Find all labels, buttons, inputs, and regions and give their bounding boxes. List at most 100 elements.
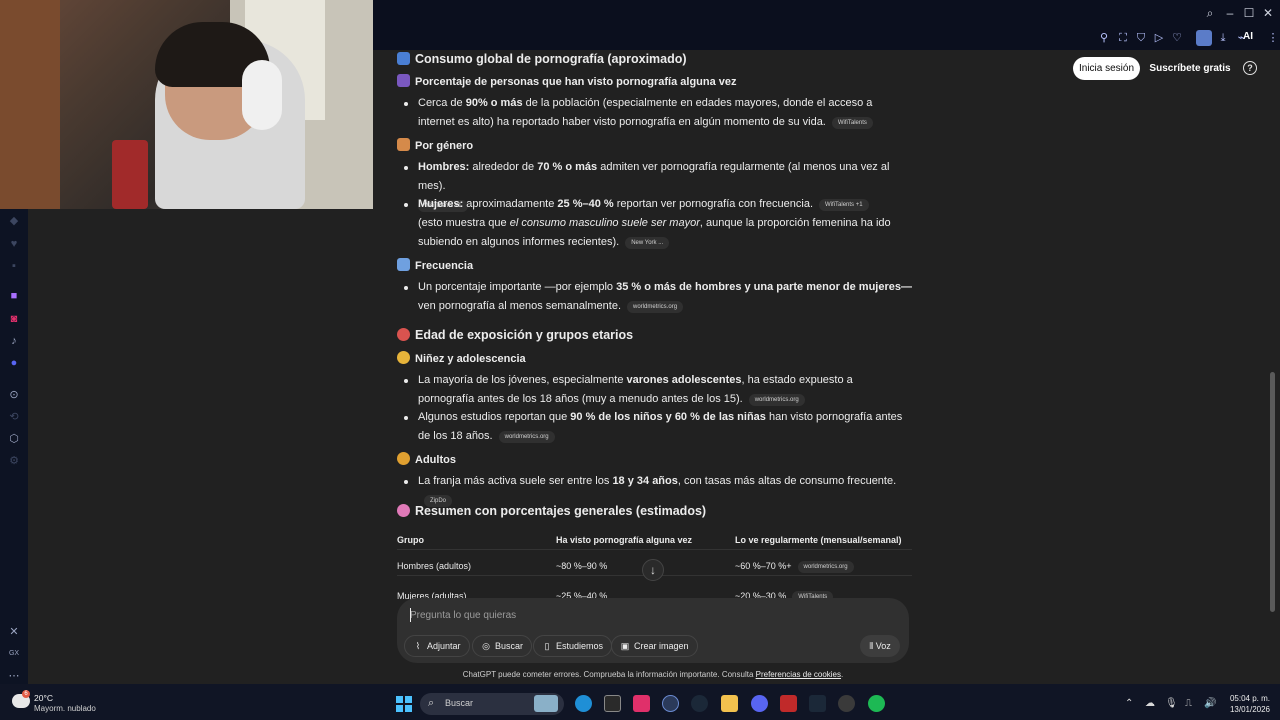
subsection-heading: Frecuencia — [397, 257, 473, 276]
source-chip[interactable]: worldmetrics.org — [748, 394, 805, 406]
table-cell: Hombres (adultos) — [397, 561, 472, 571]
gender-icon — [397, 138, 410, 151]
maximize-icon[interactable]: ☐ — [1241, 5, 1257, 21]
sidebar-dim-icon[interactable]: ◆ — [7, 214, 21, 228]
epic-games-icon[interactable] — [604, 695, 621, 712]
webcam-headphones — [242, 60, 282, 130]
paperclip-icon: ⌇ — [415, 641, 421, 651]
section-heading: Edad de exposición y grupos etarios — [397, 326, 633, 345]
source-chip[interactable]: worldmetrics.org — [797, 561, 854, 573]
list-item: Un porcentaje importante —por ejemplo 35… — [404, 278, 912, 316]
text-caret — [410, 608, 411, 622]
cloud-icon[interactable]: ☁ — [1145, 698, 1155, 709]
weather-badge: 6 — [22, 690, 30, 698]
table-cell: ~80 %–90 % — [556, 561, 608, 571]
tiktok-icon[interactable]: ♪ — [7, 334, 21, 348]
login-button[interactable]: Inicia sesión — [1073, 57, 1140, 80]
webcam-door — [0, 0, 60, 209]
calendar-icon — [397, 258, 410, 271]
network-icon[interactable]: ⎍ — [1185, 698, 1192, 709]
tiktok-app-icon[interactable] — [633, 695, 650, 712]
discord-icon[interactable]: ● — [7, 356, 21, 370]
steam-alt-icon[interactable] — [809, 695, 826, 712]
weather-temperature[interactable]: 20°C — [34, 693, 53, 703]
source-chip[interactable]: New York ... — [625, 237, 670, 249]
obs-icon[interactable] — [838, 695, 855, 712]
book-icon: ▯ — [544, 641, 550, 651]
source-chip[interactable]: WifiTalents +1 — [819, 199, 869, 211]
chevron-up-icon[interactable]: ⌃ — [1125, 698, 1133, 709]
edge-icon[interactable] — [575, 695, 592, 712]
search-icon[interactable]: ⌕ — [1202, 5, 1218, 21]
player-icon[interactable]: ⊙ — [7, 388, 21, 402]
webcam-microphone — [112, 140, 148, 209]
cookie-preferences-link[interactable]: Preferencias de cookies — [756, 670, 841, 679]
kebab-menu-icon[interactable]: ⋮ — [1266, 31, 1280, 45]
play-icon[interactable]: ▷ — [1152, 31, 1166, 45]
subsection-heading: Adultos — [397, 451, 456, 470]
screenshot-icon[interactable]: ⛶ — [1116, 31, 1130, 45]
windows-start-icon[interactable] — [396, 696, 412, 712]
adult-icon — [397, 452, 410, 465]
section-heading: Consumo global de pornografía (aproximad… — [397, 50, 687, 69]
shield-icon[interactable]: ⛉ — [1134, 31, 1148, 45]
prompt-composer: ⌇Adjuntar ◎Buscar ▯Estudiemos ▣Crear ima… — [397, 598, 909, 663]
table-header-cell: Ha visto pornografía alguna vez — [556, 535, 693, 545]
close-icon[interactable]: ✕ — [1260, 5, 1276, 21]
source-chip[interactable]: WifiTalents — [831, 117, 873, 129]
attach-button[interactable]: ⌇ Adjuntar — [404, 635, 470, 657]
profile-avatar[interactable] — [1196, 30, 1212, 46]
discord-app-icon[interactable] — [751, 695, 768, 712]
prompt-input[interactable] — [410, 606, 830, 624]
subscribe-button[interactable]: Suscríbete gratis — [1148, 57, 1232, 80]
table-header-row: Grupo Ha visto pornografía alguna vez Lo… — [397, 524, 912, 550]
weather-description[interactable]: Mayorm. nublado — [34, 704, 96, 713]
minimize-icon[interactable]: – — [1222, 5, 1238, 21]
sidebar-box-icon[interactable]: ▪ — [7, 259, 21, 273]
download-icon[interactable]: ⤓ — [1216, 31, 1230, 45]
file-explorer-icon[interactable] — [721, 695, 738, 712]
list-item: Algunos estudios reportan que 90 % de lo… — [404, 408, 912, 446]
pin-icon[interactable]: ⚲ — [1097, 31, 1111, 45]
microphone-icon[interactable]: 🎙 — [1165, 698, 1178, 709]
settings-icon[interactable]: ⚙ — [7, 454, 21, 468]
clock-date: 13/01/2026 — [1229, 705, 1270, 714]
volume-icon[interactable]: 🔊 — [1204, 698, 1216, 709]
widgets-icon[interactable] — [534, 695, 558, 712]
sidebar-heart-icon[interactable]: ♥ — [7, 237, 21, 251]
help-icon[interactable]: ? — [1243, 61, 1257, 75]
chart-icon — [397, 52, 410, 65]
table-header-cell: Lo ve regularmente (mensual/semanal) — [735, 535, 902, 545]
browser-titlebar: ⌕ – ☐ ✕ — [373, 0, 1280, 26]
create-image-button[interactable]: ▣ Crear imagen — [611, 635, 698, 657]
source-chip[interactable]: worldmetrics.org — [627, 301, 684, 313]
ai-extension-label[interactable]: AI — [1243, 31, 1253, 42]
heart-icon[interactable]: ♡ — [1170, 31, 1184, 45]
steam-icon[interactable] — [691, 695, 708, 712]
twitch-icon[interactable]: ■ — [7, 289, 21, 303]
instagram-icon[interactable]: ◙ — [7, 312, 21, 326]
scrollbar-thumb[interactable] — [1270, 372, 1275, 612]
search-button[interactable]: ◎ Buscar — [472, 635, 533, 657]
left-empty-area — [28, 209, 373, 684]
gx-label[interactable]: GX — [6, 647, 22, 661]
pin-icon[interactable]: ✕ — [7, 625, 21, 639]
table-header-cell: Grupo — [397, 535, 424, 545]
source-chip[interactable]: worldmetrics.org — [498, 431, 555, 443]
section-heading: Resumen con porcentajes generales (estim… — [397, 502, 706, 521]
opera-gx-icon[interactable] — [662, 695, 679, 712]
box-icon[interactable]: ⬡ — [7, 432, 21, 446]
system-clock[interactable]: 05:04 p. m. 13/01/2026 — [1224, 693, 1270, 715]
voice-button[interactable]: ⦀ Voz — [860, 635, 900, 657]
clock-time: 05:04 p. m. — [1229, 694, 1270, 703]
child-icon — [397, 351, 410, 364]
subsection-heading: Niñez y adolescencia — [397, 350, 526, 369]
history-icon[interactable]: ⟲ — [7, 410, 21, 424]
tf-app-icon[interactable] — [780, 695, 797, 712]
spotify-icon[interactable] — [868, 695, 885, 712]
webcam-overlay — [0, 0, 373, 209]
target-icon — [397, 328, 410, 341]
scroll-down-button[interactable]: ↓ — [642, 559, 664, 581]
more-icon[interactable]: ⋯ — [7, 669, 21, 683]
study-button[interactable]: ▯ Estudiemos — [533, 635, 613, 657]
